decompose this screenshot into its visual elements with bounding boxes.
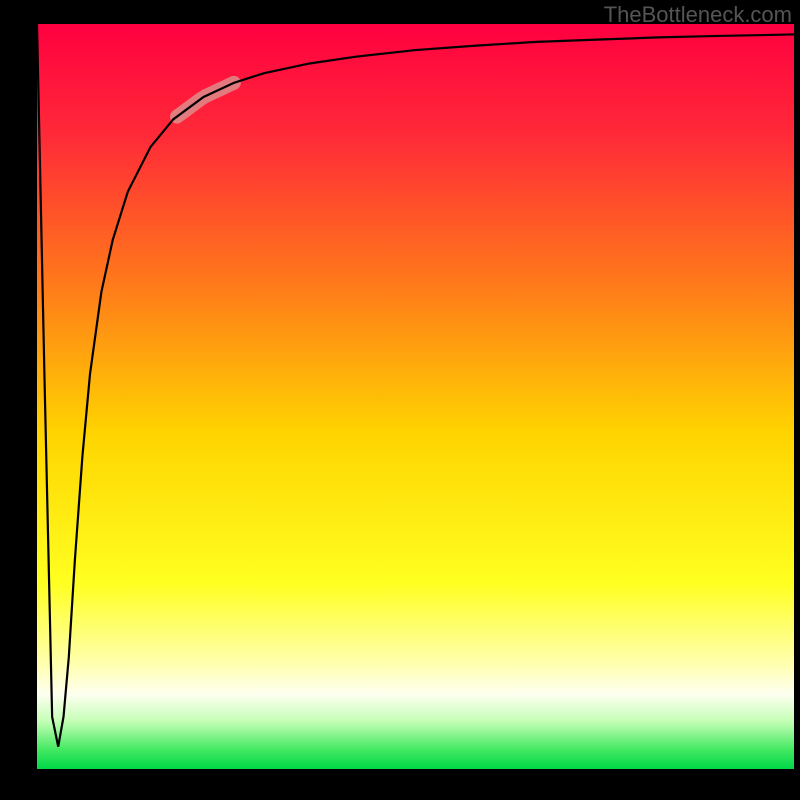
watermark-text: TheBottleneck.com xyxy=(604,2,792,28)
bottleneck-curve xyxy=(37,24,794,747)
plot-area xyxy=(37,24,794,769)
chart-root: TheBottleneck.com xyxy=(0,0,800,800)
curve-layer xyxy=(37,24,794,769)
